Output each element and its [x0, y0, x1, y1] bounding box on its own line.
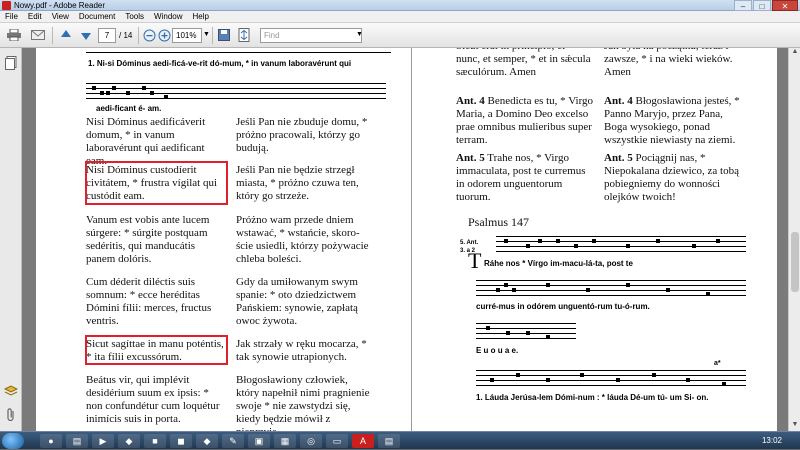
taskbar: ● ▤ ▶ ◆ ■ ◼ ◆ ✎ ▣ ▦ ◎ ▭ A ▤ 13:02: [0, 431, 800, 449]
vertical-scrollbar[interactable]: ▲ ▼: [788, 48, 800, 431]
psalm-verse-polish: Jeśli Pan nie zbuduje domu, * próżno pra…: [236, 116, 368, 154]
app-icon[interactable]: ◼: [170, 434, 192, 448]
menu-help[interactable]: Help: [188, 11, 214, 22]
menu-edit[interactable]: Edit: [23, 11, 47, 22]
chant-accent: a*: [714, 360, 721, 367]
app-icon[interactable]: ▭: [326, 434, 348, 448]
music-staff: [476, 323, 576, 341]
music-staff: [476, 370, 746, 388]
app-icon[interactable]: ◎: [300, 434, 322, 448]
page-divider: [411, 48, 412, 431]
app-icon[interactable]: ▦: [274, 434, 296, 448]
toolbar: 7 / 14 101% ▼ Find ▼: [0, 23, 800, 48]
antiphon-polish: Ant. 4 Błogosławiona jesteś, * Panno Mar…: [604, 95, 744, 147]
zoom-in-icon[interactable]: [156, 27, 172, 43]
minimize-button[interactable]: –: [734, 0, 752, 11]
doxology-latin: Sicut erat in princípio, et nunc, et sem…: [456, 48, 591, 78]
window-title: Nowy.pdf - Adobe Reader: [14, 1, 106, 10]
zoom-out-icon[interactable]: [141, 27, 157, 43]
layers-icon[interactable]: [3, 385, 19, 399]
close-button[interactable]: ✕: [772, 0, 798, 11]
maximize-button[interactable]: □: [753, 0, 771, 11]
app-icon[interactable]: ◆: [118, 434, 140, 448]
paperclip-icon[interactable]: [4, 408, 18, 422]
doxology-polish: Jak była na początku, teraz i zawsze, * …: [604, 48, 733, 78]
antiphon-label: Ant. 4: [456, 95, 485, 107]
music-staff: [476, 280, 746, 298]
menu-document[interactable]: Document: [74, 11, 120, 22]
chant-mode: 5. Ant.: [460, 240, 479, 246]
menu-window[interactable]: Window: [149, 11, 187, 22]
antiphon-label: Ant. 5: [456, 152, 485, 164]
music-staff: [496, 236, 746, 254]
highlight-box: [85, 161, 228, 205]
scroll-thumb[interactable]: [791, 232, 799, 292]
antiphon-polish: Ant. 5 Pociągnij nas, * Niepokalana dzie…: [604, 152, 744, 204]
printer-icon[interactable]: [6, 27, 22, 43]
psalm-verse-polish: Jak strzały w ręku mocarza, * tak synowi…: [236, 338, 367, 363]
scroll-up-icon[interactable]: ▲: [789, 48, 800, 58]
chant-lyrics: 1. Ni-si Dóminus aedi-ficá-ve-rit dó-mum…: [88, 59, 352, 68]
email-icon[interactable]: [30, 27, 46, 43]
psalm-verse-polish: Gdy da umiłowanym swym spanie: * oto dzi…: [236, 276, 358, 327]
folder-icon[interactable]: ▤: [66, 434, 88, 448]
find-dropdown-icon[interactable]: ▼: [356, 31, 363, 38]
page-number-input[interactable]: 7: [98, 28, 116, 43]
music-staff: [86, 83, 386, 101]
clock: 13:02: [761, 436, 782, 445]
start-button[interactable]: [2, 433, 24, 449]
antiphon-label: Ant. 4: [604, 95, 633, 107]
arrow-down-icon[interactable]: [78, 27, 94, 43]
chant-lyrics: Ráhe nos * Vírgo im-macu-lá-ta, post te: [484, 259, 633, 268]
fit-page-icon[interactable]: [236, 27, 252, 43]
chant-lyrics: curré-mus in odórem unguentó-rum tu-ó-ru…: [476, 302, 650, 311]
arrow-up-icon[interactable]: [58, 27, 74, 43]
psalm-verse-latin: Vanum est vobis ante lucem súrgere: * sú…: [86, 214, 210, 265]
chant-lyrics: E u o u a e.: [476, 346, 519, 355]
menu-bar: File Edit View Document Tools Window Hel…: [0, 11, 800, 23]
page-total: / 14: [119, 31, 133, 40]
adobe-reader-icon: [2, 1, 11, 10]
app-icon[interactable]: ◆: [196, 434, 218, 448]
menu-file[interactable]: File: [0, 11, 23, 22]
app-icon[interactable]: ✎: [222, 434, 244, 448]
psalm-verse-latin: Beátus vir, qui implévit desidérium suum…: [86, 374, 220, 425]
navigation-panel: [0, 48, 22, 431]
document-view[interactable]: 1. Ni-si Dóminus aedi-ficá-ve-rit dó-mum…: [22, 48, 788, 431]
app-icon[interactable]: ▤: [378, 434, 400, 448]
psalm-verse-polish: Błogosławiony człowiek, który napełnił n…: [236, 374, 370, 431]
zoom-dropdown-icon[interactable]: ▼: [203, 31, 210, 38]
menu-view[interactable]: View: [47, 11, 74, 22]
antiphon-latin: Ant. 5 Trahe nos, * Virgo immaculata, po…: [456, 152, 596, 204]
app-icon[interactable]: ■: [144, 434, 166, 448]
highlight-box: [85, 335, 228, 365]
scroll-down-icon[interactable]: ▼: [789, 421, 800, 431]
app-icon[interactable]: ▣: [248, 434, 270, 448]
find-input[interactable]: Find: [260, 28, 362, 43]
psalm-verse-latin: Cum déderit diléctis suis somnum: * ecce…: [86, 276, 212, 327]
zoom-level-input[interactable]: 101%: [172, 28, 202, 43]
save-icon[interactable]: [216, 27, 232, 43]
title-bar: Nowy.pdf - Adobe Reader – □ ✕: [0, 0, 800, 11]
antiphon-latin: Ant. 4 Benedicta es tu, * Virgo Maria, a…: [456, 95, 596, 147]
firefox-icon[interactable]: ●: [40, 434, 62, 448]
menu-tools[interactable]: Tools: [120, 11, 149, 22]
pages-icon[interactable]: [4, 56, 18, 70]
chant-lyrics: aedi-ficant é- am.: [96, 104, 162, 113]
adobe-reader-task-icon[interactable]: A: [352, 434, 374, 448]
psalm-title: Psalmus 147: [468, 215, 530, 229]
psalm-verse-polish: Jeśli Pan nie będzie strzegł miasta, * p…: [236, 164, 359, 202]
antiphon-label: Ant. 5: [604, 152, 633, 164]
pdf-page: 1. Ni-si Dóminus aedi-ficá-ve-rit dó-mum…: [36, 48, 777, 431]
chant-lyrics: 1. Láuda Jerúsa-lem Dómi-num : * láuda D…: [476, 393, 709, 402]
initial-letter: T: [468, 248, 482, 273]
psalm-verse-polish: Próżno wam przede dniem wstawać, * wstań…: [236, 214, 369, 265]
media-icon[interactable]: ▶: [92, 434, 114, 448]
